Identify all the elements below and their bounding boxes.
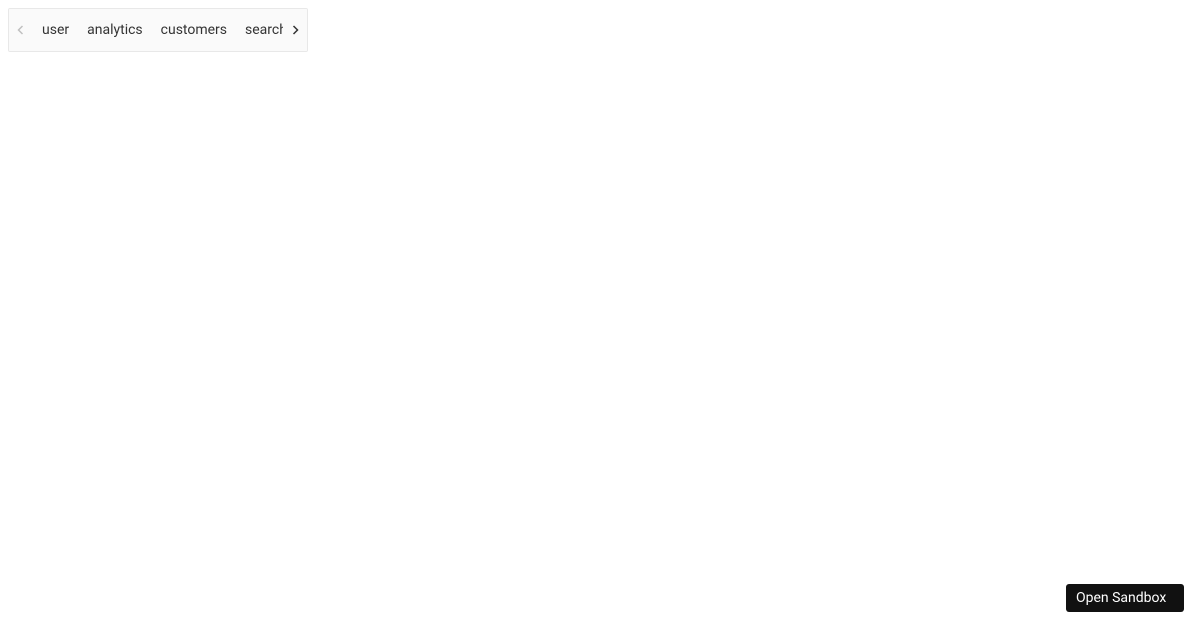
tab-customers[interactable]: customers [152, 9, 236, 51]
tab-user[interactable]: user [33, 9, 78, 51]
scroll-left-button[interactable] [9, 9, 33, 51]
open-sandbox-button[interactable]: Open Sandbox [1066, 584, 1184, 612]
open-sandbox-label: Open Sandbox [1076, 590, 1166, 606]
scroll-right-button[interactable] [283, 9, 307, 51]
tabs-list: user analytics customers search [33, 9, 283, 51]
tab-search[interactable]: search [236, 9, 283, 51]
chevron-right-icon [290, 25, 300, 35]
tab-analytics[interactable]: analytics [78, 9, 152, 51]
tab-label: search [245, 22, 283, 38]
tab-label: customers [161, 22, 227, 38]
tab-label: user [42, 22, 69, 38]
chevron-left-icon [16, 25, 26, 35]
tabs-container: user analytics customers search [8, 8, 308, 52]
tabs-inner: user analytics customers search [33, 9, 283, 51]
tab-label: analytics [87, 22, 143, 38]
